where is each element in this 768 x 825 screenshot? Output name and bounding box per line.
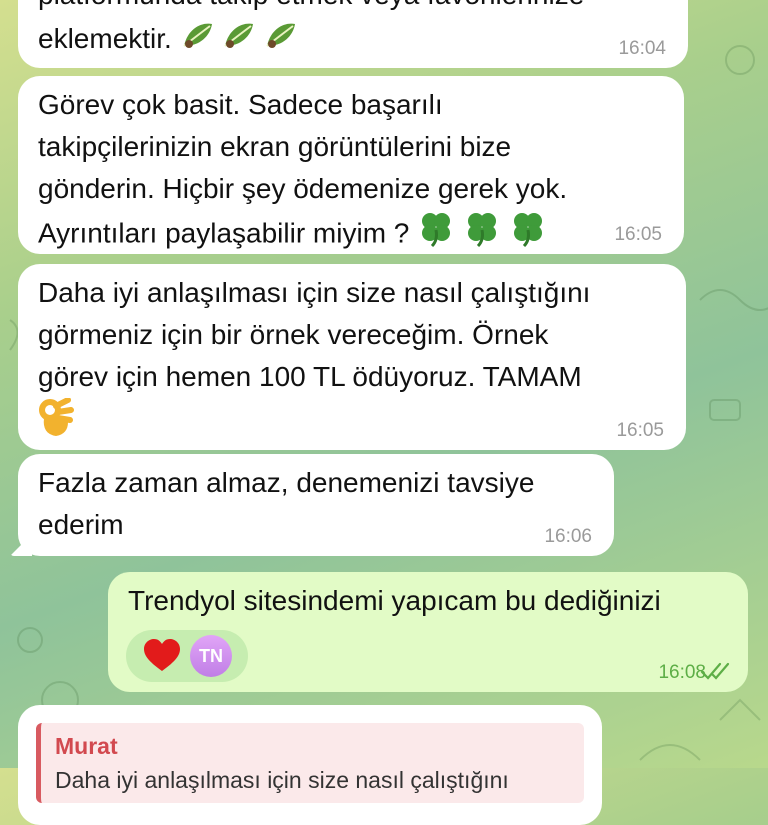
message-text-line: ederim: [38, 509, 124, 540]
four-leaf-clover-icon: [463, 210, 501, 260]
message-text-line: Fazla zaman almaz, denemenizi tavsiye: [38, 467, 535, 498]
message-bubble-outgoing[interactable]: Trendyol sitesindemi yapıcam bu dediğini…: [108, 572, 748, 692]
message-text: Trendyol sitesindemi yapıcam bu dediğini…: [128, 585, 661, 616]
message-time: 16:06: [544, 526, 592, 547]
message-bubble-incoming[interactable]: Murat Daha iyi anlaşılması için size nas…: [18, 705, 602, 825]
message-text-line: Daha iyi anlaşılması için size nasıl çal…: [38, 277, 591, 308]
message-text-line: Görev çok basit. Sadece başarılı: [38, 89, 443, 120]
message-text-line: eklemektir.: [38, 18, 297, 62]
leaf-icon: [180, 20, 214, 62]
reply-quote[interactable]: Murat Daha iyi anlaşılması için size nas…: [36, 723, 584, 803]
message-bubble-incoming[interactable]: platformunda takip etmek veya favorileri…: [18, 0, 688, 68]
message-time: 16:04: [618, 38, 666, 59]
message-time: 16:08: [658, 662, 706, 683]
read-checkmarks-icon: [700, 662, 730, 680]
four-leaf-clover-icon: [509, 210, 547, 260]
avatar[interactable]: TN: [190, 635, 232, 677]
reply-sender-name: Murat: [55, 733, 118, 759]
message-text-line: görmeniz için bir örnek vereceğim. Örnek: [38, 319, 549, 350]
reactions-bar[interactable]: TN: [126, 630, 248, 682]
message-text-top: platformunda takip etmek veya favorileri…: [38, 0, 584, 16]
message-emoji-line: [38, 397, 590, 450]
message-time: 16:05: [616, 420, 664, 441]
message-time: 16:05: [614, 224, 662, 245]
message-bubble-incoming[interactable]: Fazla zaman almaz, denemenizi tavsiye ed…: [10, 454, 614, 556]
four-leaf-clover-icon: [417, 210, 455, 260]
message-text-line: görev için hemen 100 TL ödüyoruz. TAMAM: [38, 361, 582, 392]
message-text-line: gönderin. Hiçbir şey ödemenize gerek yok…: [38, 173, 568, 204]
ok-hand-icon: [38, 397, 74, 450]
leaf-icon: [263, 20, 297, 62]
message-text-line: Ayrıntıları paylaşabilir miyim ?: [38, 210, 567, 260]
bubble-tail: [10, 534, 32, 556]
message-bubble-incoming[interactable]: Daha iyi anlaşılması için size nasıl çal…: [18, 264, 686, 450]
message-text-line: takipçilerinizin ekran görüntülerini biz…: [38, 131, 512, 162]
message-bubble-incoming[interactable]: Görev çok basit. Sadece başarılı takipçi…: [18, 76, 684, 254]
reply-preview-text: Daha iyi anlaşılması için size nasıl çal…: [55, 767, 509, 793]
heart-icon: [144, 639, 180, 671]
leaf-icon: [221, 20, 255, 62]
